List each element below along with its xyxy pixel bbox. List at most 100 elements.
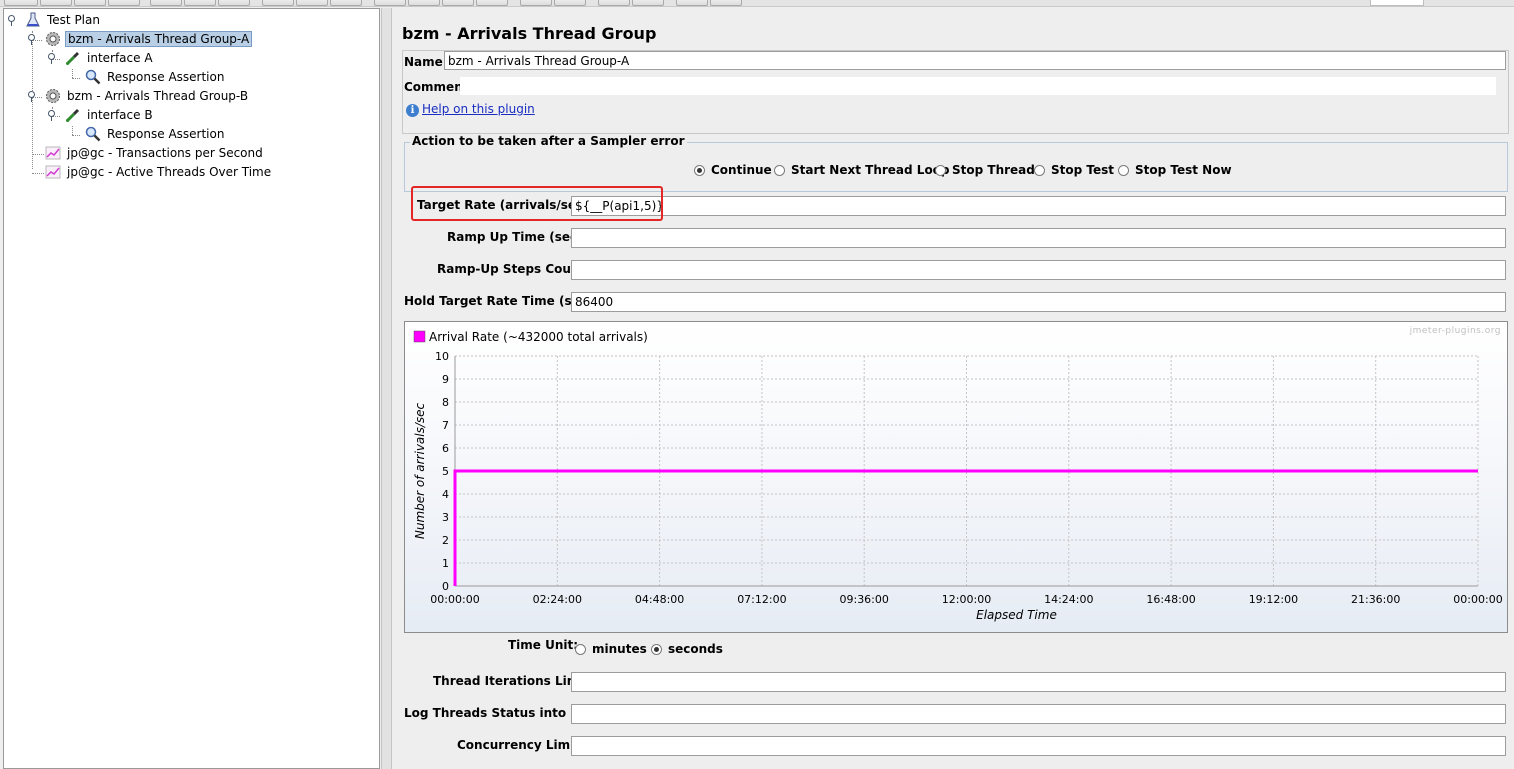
toolbar-button[interactable] [218,0,250,6]
toolbar-button[interactable] [150,0,182,6]
tree-item-response-assertion-a[interactable]: Response Assertion [84,68,226,86]
tree-item-response-assertion-b[interactable]: Response Assertion [84,125,226,143]
toolbar-button[interactable] [184,0,216,6]
radio-button[interactable] [575,643,586,655]
ramp-up-steps-label: Ramp-Up Steps Count: [437,262,591,276]
tree-item-transactions-per-second[interactable]: jp@gc - Transactions per Second [44,144,265,162]
x-tick-label: 16:48:00 [1146,593,1195,606]
tree-item-label: Test Plan [47,13,100,27]
toolbar-button[interactable] [632,0,664,6]
toolbar-button[interactable] [676,0,708,6]
radio-seconds[interactable]: seconds [651,642,723,656]
tree-connector [72,135,80,136]
y-tick-label: 6 [442,442,449,455]
tree-connector [72,69,73,78]
radio-start-next-thread-loop[interactable]: Start Next Thread Loop [774,163,950,177]
x-tick-label: 21:36:00 [1351,593,1400,606]
toolbar-button[interactable] [442,0,474,6]
radio-label: Start Next Thread Loop [791,163,950,177]
thread-group-panel: bzm - Arrivals Thread Group Name: bzm - … [392,8,1514,769]
toolbar-button[interactable] [408,0,440,6]
y-tick-label: 4 [442,488,449,501]
toolbar-button[interactable] [554,0,586,6]
expand-toggle[interactable] [28,34,38,45]
radio-button[interactable] [694,164,705,176]
target-rate-field[interactable]: ${__P(api1,5)} [571,196,1506,216]
comments-field[interactable] [460,77,1496,95]
tree-item-label: jp@gc - Transactions per Second [67,146,263,160]
toolbar-button[interactable] [74,0,106,6]
x-tick-label: 14:24:00 [1044,593,1093,606]
radio-stop-test[interactable]: Stop Test [1034,163,1114,177]
tree-connector [32,173,44,174]
y-tick-label: 7 [442,419,449,432]
tree-item-label: bzm - Arrivals Thread Group-A [65,31,253,47]
graph-icon [44,144,62,162]
radio-button[interactable] [1034,164,1045,176]
test-plan-tree[interactable]: Test Plan bzm - Arrivals Thread Group-A … [3,8,380,769]
ramp-up-time-field[interactable] [571,228,1506,248]
tree-connector [32,154,44,155]
toolbar-button[interactable] [476,0,508,6]
tree-item-interface-b[interactable]: interface B [64,106,155,124]
toolbar-button[interactable] [40,0,72,6]
toolbar-button[interactable] [374,0,406,6]
y-tick-label: 10 [435,350,449,363]
thread-iterations-field[interactable] [571,672,1506,692]
x-tick-label: 02:24:00 [533,593,582,606]
hold-target-rate-field[interactable]: 86400 [571,292,1506,312]
toolbar-button[interactable] [520,0,552,6]
radio-label: Stop Test [1051,163,1114,177]
radio-stop-test-now[interactable]: Stop Test Now [1118,163,1232,177]
tree-item-test-plan[interactable]: Test Plan [24,11,102,29]
concurrency-limit-label: Concurrency Limit: [457,738,585,752]
toolbar-button[interactable] [330,0,362,6]
tree-item-thread-group-b[interactable]: bzm - Arrivals Thread Group-B [44,87,250,105]
concurrency-limit-field[interactable] [571,736,1506,756]
tree-item-label: Response Assertion [107,70,225,84]
expand-toggle[interactable] [8,15,18,26]
legend-label: Arrival Rate (~432000 total arrivals) [429,330,648,344]
radio-label: Stop Thread [952,163,1035,177]
expand-toggle[interactable] [48,53,58,64]
name-label: Name: [404,55,448,69]
toolbar-button[interactable] [262,0,294,6]
split-pane-divider[interactable] [381,8,392,769]
toolbar-button[interactable] [296,0,328,6]
magnifier-icon [84,68,102,86]
expand-toggle[interactable] [48,110,58,121]
tree-item-label: jp@gc - Active Threads Over Time [67,165,272,179]
name-field[interactable]: bzm - Arrivals Thread Group-A [444,51,1506,70]
tree-item-label: Response Assertion [107,127,225,141]
radio-button[interactable] [1118,164,1129,176]
log-threads-field[interactable] [571,704,1506,724]
y-tick-label: 8 [442,396,449,409]
toolbar-button[interactable] [598,0,630,6]
gear-icon [44,30,62,48]
radio-button[interactable] [774,164,785,176]
chart-watermark: jmeter-plugins.org [1409,326,1501,336]
help-link[interactable]: Help on this plugin [422,102,535,116]
ramp-up-steps-field[interactable] [571,260,1506,280]
radio-minutes[interactable]: minutes [575,642,647,656]
toolbar-field[interactable] [1370,0,1424,6]
toolbar-button[interactable] [108,0,140,6]
expand-toggle[interactable] [28,91,38,102]
radio-label: Continue [711,163,772,177]
pipette-icon [64,49,82,67]
radio-continue[interactable]: Continue [694,163,772,177]
radio-button[interactable] [651,643,662,655]
tree-item-active-threads[interactable]: jp@gc - Active Threads Over Time [44,163,273,181]
legend-swatch [413,330,426,343]
toolbar-button[interactable] [710,0,742,6]
y-tick-label: 5 [442,465,449,478]
page-title: bzm - Arrivals Thread Group [402,24,657,43]
tree-item-thread-group-a[interactable]: bzm - Arrivals Thread Group-A [44,30,253,48]
toolbar-button[interactable] [4,0,38,6]
arrival-rate-chart: 0 1 2 3 4 5 6 7 8 9 10 00:00:00 02:24:00 04:48:00 07:1… [404,321,1508,633]
tree-item-interface-a[interactable]: interface A [64,49,155,67]
radio-stop-thread[interactable]: Stop Thread [935,163,1035,177]
radio-button[interactable] [935,164,946,176]
y-tick-label: 0 [442,580,449,593]
x-tick-label: 12:00:00 [942,593,991,606]
